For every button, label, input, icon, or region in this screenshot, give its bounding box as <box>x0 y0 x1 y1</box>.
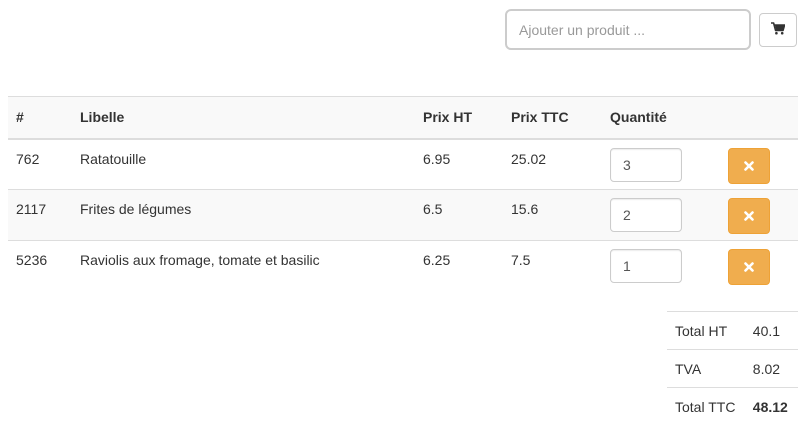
table-row: 5236 Raviolis aux fromage, tomate et bas… <box>8 240 798 292</box>
times-icon <box>744 259 754 275</box>
row-quantity-cell <box>602 189 720 241</box>
tva-label: TVA <box>667 349 747 388</box>
row-id: 2117 <box>8 189 72 241</box>
total-ht-label: Total HT <box>667 311 747 350</box>
product-search-input[interactable] <box>505 9 751 50</box>
header-price-ttc: Prix TTC <box>503 96 602 140</box>
header-actions <box>720 96 798 140</box>
cart-page: # Libelle Prix HT Prix TTC Quantité 762 … <box>0 0 809 433</box>
times-icon <box>744 158 754 174</box>
table-row: 762 Ratatouille 6.95 25.02 <box>8 139 798 190</box>
row-actions-cell <box>720 139 798 190</box>
quantity-input[interactable] <box>610 198 682 232</box>
quantity-input[interactable] <box>610 249 682 283</box>
tva-row: TVA 8.02 <box>667 349 798 388</box>
header-quantity: Quantité <box>602 96 720 140</box>
cart-button[interactable] <box>759 13 797 47</box>
delete-button[interactable] <box>728 198 770 234</box>
row-actions-cell <box>720 240 798 292</box>
row-label: Raviolis aux fromage, tomate et basilic <box>72 240 415 292</box>
total-ttc-label: Total TTC <box>667 387 747 425</box>
row-id: 762 <box>16 150 40 167</box>
total-ht-value: 40.1 <box>746 311 798 350</box>
row-quantity-cell <box>602 139 720 190</box>
header-price-ht: Prix HT <box>415 96 503 140</box>
row-price-ttc: 25.02 <box>511 150 547 167</box>
total-ttc-row: Total TTC 48.12 <box>667 387 798 425</box>
row-price-ht: 6.5 <box>415 189 503 241</box>
row-price-ht: 6.25 <box>415 240 503 292</box>
row-price-ht: 6.95 <box>423 150 451 167</box>
row-label: Frites de légumes <box>72 189 415 241</box>
quantity-input[interactable] <box>610 147 682 182</box>
total-ht-row: Total HT 40.1 <box>667 311 798 350</box>
row-price-ttc: 15.6 <box>503 189 602 241</box>
totals-table: Total HT 40.1 TVA 8.02 Total TTC 48.12 <box>667 311 798 425</box>
tva-value: 8.02 <box>746 349 798 388</box>
shopping-cart-icon <box>771 22 786 38</box>
delete-button[interactable] <box>728 147 770 184</box>
row-id: 5236 <box>8 240 72 292</box>
row-price-ttc: 7.5 <box>503 240 602 292</box>
header-id: # <box>8 96 72 140</box>
table-header-row: # Libelle Prix HT Prix TTC Quantité <box>8 96 798 140</box>
row-quantity-cell <box>602 240 720 292</box>
row-actions-cell <box>720 189 798 241</box>
table-row: 2117 Frites de légumes 6.5 15.6 <box>8 189 798 241</box>
header-label: Libelle <box>72 96 415 140</box>
delete-button[interactable] <box>728 249 770 285</box>
products-table: # Libelle Prix HT Prix TTC Quantité 762 … <box>8 96 798 292</box>
row-label: Ratatouille <box>80 150 147 167</box>
total-ttc-value: 48.12 <box>746 387 798 425</box>
times-icon <box>744 208 754 224</box>
